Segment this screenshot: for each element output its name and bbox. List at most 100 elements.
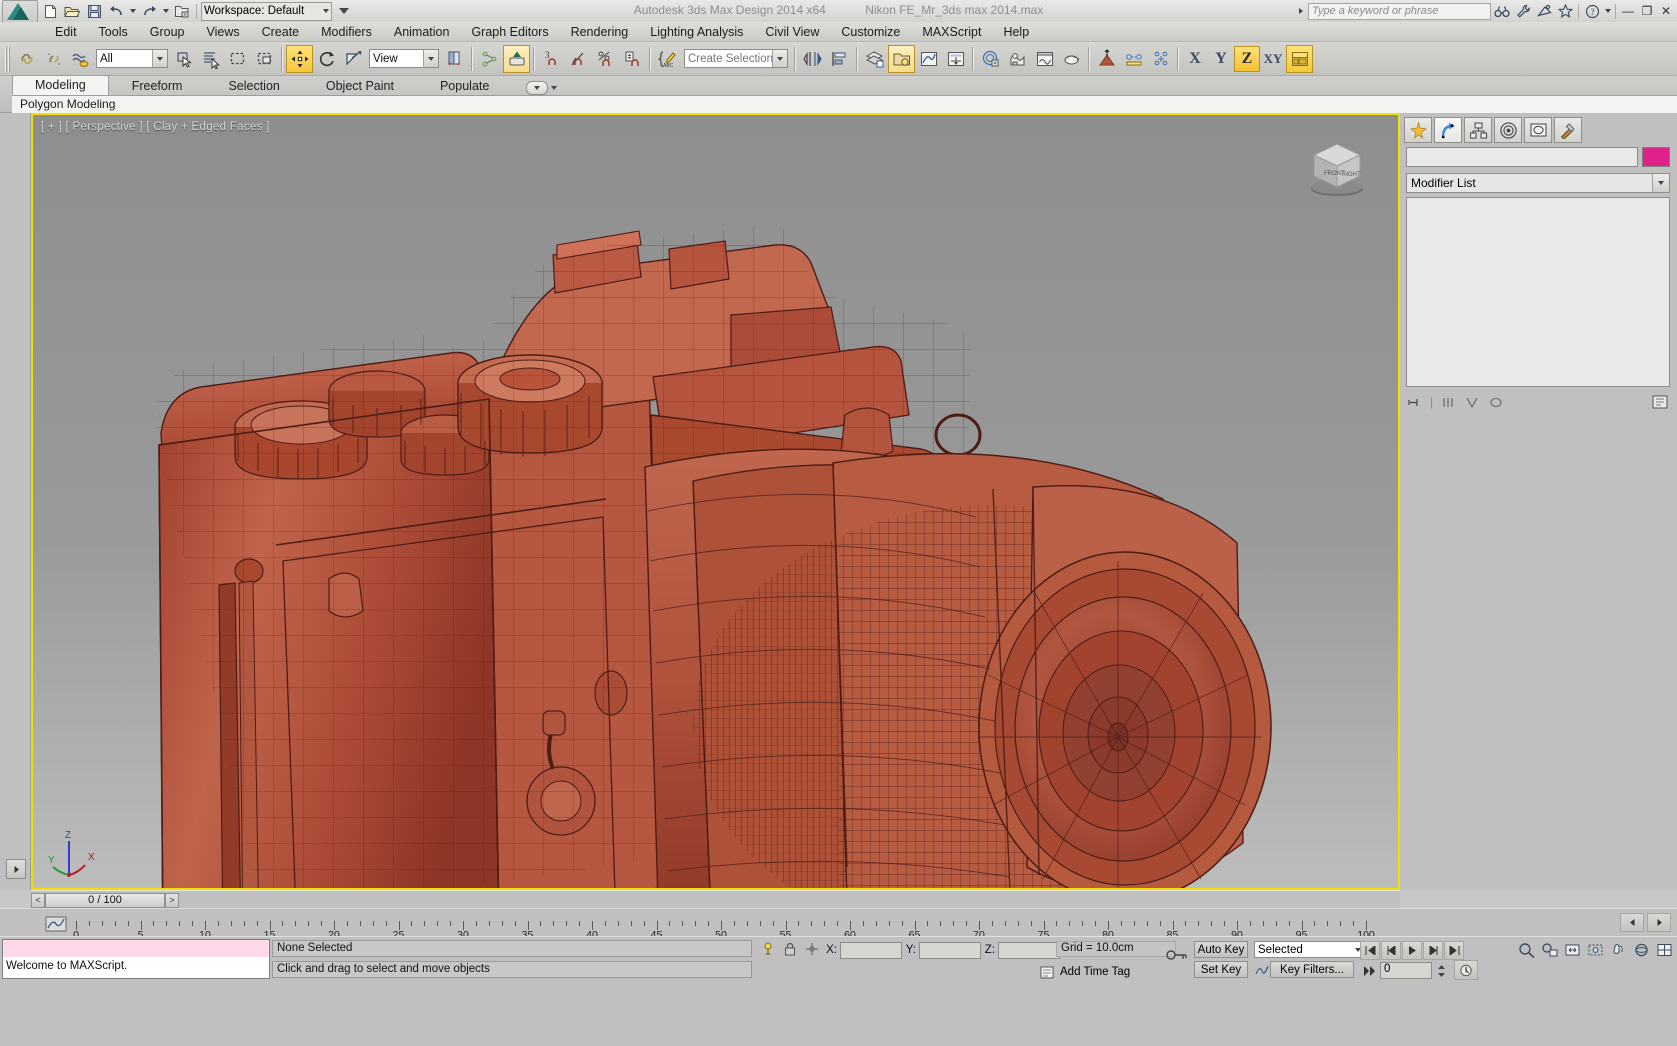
time-tag-icon[interactable] bbox=[1038, 964, 1056, 980]
chevron-down-icon[interactable] bbox=[772, 50, 787, 67]
menu-item-animation[interactable]: Animation bbox=[383, 23, 461, 41]
scene-explorer-icon[interactable] bbox=[888, 44, 915, 73]
axis-constraint-x[interactable]: X bbox=[1182, 46, 1208, 72]
display-tab[interactable] bbox=[1524, 117, 1552, 143]
chevron-down-icon[interactable] bbox=[1652, 174, 1669, 192]
render-setup-icon[interactable] bbox=[1004, 45, 1031, 73]
angle-snap-toggle-icon[interactable] bbox=[565, 45, 592, 73]
camera-model-mesh[interactable] bbox=[33, 115, 1400, 890]
zoom-extents-button[interactable] bbox=[1561, 940, 1583, 960]
scroll-left-button[interactable] bbox=[1620, 913, 1644, 932]
chevron-down-icon[interactable] bbox=[323, 9, 329, 13]
chevron-down-icon[interactable] bbox=[551, 86, 558, 90]
axis-constraint-y[interactable]: Y bbox=[1208, 46, 1234, 72]
satellite-icon[interactable] bbox=[1534, 1, 1554, 21]
motion-tab[interactable] bbox=[1494, 117, 1522, 143]
named-selection-set-combo[interactable]: Create Selection Se bbox=[684, 49, 788, 68]
redo-icon[interactable] bbox=[139, 2, 159, 21]
axis-constraint-plane[interactable]: XY bbox=[1260, 46, 1286, 72]
menu-item-views[interactable]: Views bbox=[195, 23, 250, 41]
open-file-icon[interactable] bbox=[62, 2, 82, 21]
project-folder-icon[interactable] bbox=[172, 2, 192, 21]
ribbon-tab-object-paint[interactable]: Object Paint bbox=[303, 76, 417, 95]
binoculars-icon[interactable] bbox=[1492, 1, 1512, 21]
curve-editor-icon[interactable] bbox=[915, 45, 942, 73]
lock-selection-icon[interactable] bbox=[780, 940, 800, 958]
go-to-start-button[interactable] bbox=[1360, 941, 1380, 960]
frame-spinner[interactable] bbox=[1434, 962, 1448, 979]
layer-manager-icon[interactable] bbox=[861, 45, 888, 73]
menu-item-rendering[interactable]: Rendering bbox=[560, 23, 640, 41]
previous-frame-button[interactable] bbox=[1381, 941, 1401, 960]
align-icon[interactable] bbox=[826, 45, 853, 73]
select-and-manipulate-icon[interactable] bbox=[503, 44, 530, 73]
key-mode-combo[interactable]: Selected bbox=[1254, 941, 1366, 958]
filter-curve-icon[interactable] bbox=[1254, 961, 1270, 978]
menu-item-lighting-analysis[interactable]: Lighting Analysis bbox=[639, 23, 754, 41]
maxscript-input-line[interactable] bbox=[3, 940, 269, 957]
toggle-ribbon-icon[interactable] bbox=[1286, 44, 1313, 73]
add-time-tag-group[interactable]: Add Time Tag bbox=[1038, 963, 1130, 981]
schematic-view-icon[interactable] bbox=[942, 45, 969, 73]
reference-coordinate-system-combo[interactable]: View bbox=[369, 49, 439, 68]
cloner-icon[interactable] bbox=[1147, 45, 1174, 73]
perspective-viewport[interactable]: [ + ] [ Perspective ] [ Clay + Edged Fac… bbox=[31, 113, 1400, 890]
rendered-frame-window-icon[interactable] bbox=[1031, 45, 1058, 73]
set-keys-icon[interactable] bbox=[1164, 944, 1190, 966]
minimize-button[interactable]: — bbox=[1619, 1, 1637, 21]
use-center-flyout-icon[interactable] bbox=[441, 45, 468, 73]
workspace-selector[interactable]: Workspace: Default bbox=[201, 1, 332, 21]
object-name-field[interactable] bbox=[1406, 147, 1638, 167]
zoom-region-button[interactable] bbox=[1584, 940, 1606, 960]
help-icon[interactable]: ? bbox=[1582, 1, 1602, 21]
ribbon-minimize-control[interactable] bbox=[512, 81, 558, 95]
maximize-viewport-toggle-button[interactable] bbox=[1653, 940, 1675, 960]
menu-item-edit[interactable]: Edit bbox=[44, 23, 88, 41]
unlink-selection-icon[interactable] bbox=[40, 45, 67, 73]
mirror-icon[interactable] bbox=[799, 45, 826, 73]
go-to-frame-icon[interactable] bbox=[1360, 962, 1378, 979]
go-to-end-button[interactable] bbox=[1444, 941, 1464, 960]
coord-x-field[interactable] bbox=[840, 941, 902, 959]
menu-item-create[interactable]: Create bbox=[251, 23, 311, 41]
time-slider-handle[interactable]: 0 / 100 bbox=[45, 892, 165, 908]
pan-view-button[interactable] bbox=[1607, 940, 1629, 960]
menu-item-help[interactable]: Help bbox=[992, 23, 1040, 41]
time-slider-track[interactable] bbox=[179, 891, 1400, 909]
restore-button[interactable]: ❐ bbox=[1638, 1, 1656, 21]
select-by-name-icon[interactable] bbox=[197, 45, 224, 73]
next-frame-button[interactable] bbox=[1423, 941, 1443, 960]
remove-modifier-icon[interactable] bbox=[1487, 394, 1505, 410]
next-frame-arrow[interactable]: > bbox=[165, 892, 179, 908]
show-end-result-icon[interactable] bbox=[1439, 394, 1457, 410]
menu-item-graph-editors[interactable]: Graph Editors bbox=[460, 23, 559, 41]
maxscript-mini-listener[interactable]: Welcome to MAXScript. bbox=[2, 939, 270, 979]
coord-z-field[interactable] bbox=[998, 941, 1060, 959]
configure-modifier-sets-icon[interactable] bbox=[1650, 394, 1670, 410]
menu-item-maxscript[interactable]: MAXScript bbox=[911, 23, 992, 41]
modify-tab[interactable] bbox=[1434, 117, 1462, 143]
select-object-icon[interactable] bbox=[170, 45, 197, 73]
chevron-down-icon[interactable] bbox=[423, 50, 438, 67]
hierarchy-tab[interactable] bbox=[1464, 117, 1492, 143]
spacing-tool-icon[interactable] bbox=[1120, 45, 1147, 73]
menu-item-civil-view[interactable]: Civil View bbox=[754, 23, 830, 41]
infocenter-expand-icon[interactable] bbox=[1299, 8, 1303, 14]
ribbon-toggle-icon[interactable] bbox=[526, 81, 549, 95]
pin-stack-icon[interactable] bbox=[1406, 394, 1424, 410]
open-mini-curve-editor-icon[interactable] bbox=[44, 913, 68, 935]
expand-left-panel-button[interactable] bbox=[6, 859, 26, 879]
menu-item-group[interactable]: Group bbox=[139, 23, 196, 41]
axis-constraint-z[interactable]: Z bbox=[1234, 45, 1260, 72]
coord-y-field[interactable] bbox=[919, 941, 981, 959]
ribbon-tab-populate[interactable]: Populate bbox=[417, 76, 512, 95]
menu-item-modifiers[interactable]: Modifiers bbox=[310, 23, 383, 41]
window-crossing-icon[interactable] bbox=[251, 45, 278, 73]
time-configuration-button[interactable] bbox=[1454, 960, 1478, 980]
select-and-move-icon[interactable] bbox=[286, 44, 313, 73]
modifier-stack-list[interactable] bbox=[1406, 197, 1670, 387]
menu-item-customize[interactable]: Customize bbox=[830, 23, 911, 41]
zoom-all-button[interactable] bbox=[1538, 940, 1560, 960]
snaps-toggle-icon[interactable]: 3 bbox=[538, 45, 565, 73]
new-file-icon[interactable] bbox=[40, 2, 60, 21]
